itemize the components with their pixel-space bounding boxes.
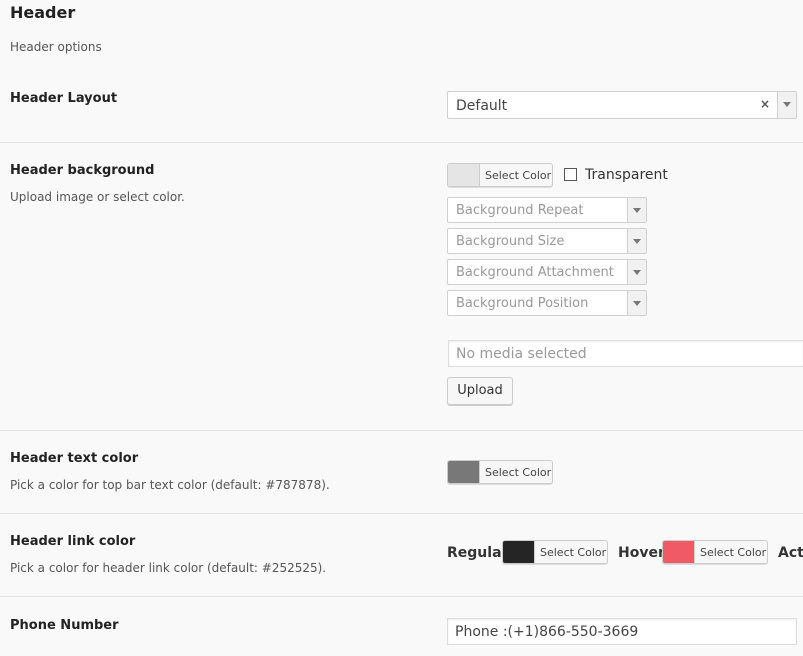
header-text-color-row: Header text color Pick a color for top b… (0, 430, 803, 514)
upload-button[interactable]: Upload (447, 377, 513, 405)
hover-color-button[interactable]: Select Color (662, 540, 768, 564)
chevron-down-icon[interactable] (627, 260, 646, 284)
header-text-color-description: Pick a color for top bar text color (def… (10, 478, 330, 492)
background-size-select[interactable]: Background Size (447, 228, 647, 254)
chevron-down-icon[interactable] (627, 229, 646, 253)
background-position-placeholder: Background Position (456, 296, 589, 311)
transparent-checkbox[interactable] (564, 168, 577, 181)
phone-number-row: Phone Number Phone :(+1)866-550-3669 (0, 596, 803, 656)
header-background-row: Header background Upload image or select… (0, 142, 803, 431)
transparent-label: Transparent (585, 167, 668, 183)
media-placeholder: No media selected (456, 346, 587, 362)
chevron-down-icon[interactable] (627, 291, 646, 315)
media-url-input[interactable]: No media selected (448, 340, 803, 367)
color-swatch (448, 461, 480, 483)
select-color-label: Select Color (700, 546, 767, 559)
phone-number-label: Phone Number (10, 618, 119, 633)
section-title: Header (10, 3, 76, 22)
header-link-color-label: Header link color (10, 534, 136, 549)
header-background-description: Upload image or select color. (10, 190, 185, 204)
header-text-color-button[interactable]: Select Color (447, 460, 553, 484)
header-background-color-button[interactable]: Select Color (447, 163, 553, 187)
color-swatch (663, 541, 695, 563)
select-color-label: Select Color (485, 466, 552, 479)
section-description: Header options (10, 40, 102, 54)
hover-label: Hover (618, 545, 665, 561)
background-repeat-placeholder: Background Repeat (456, 203, 584, 218)
select-color-label: Select Color (540, 546, 607, 559)
phone-number-input[interactable]: Phone :(+1)866-550-3669 (447, 618, 797, 645)
header-link-color-description: Pick a color for header link color (defa… (10, 561, 327, 575)
color-swatch (503, 541, 535, 563)
background-repeat-select[interactable]: Background Repeat (447, 197, 647, 223)
header-background-label: Header background (10, 163, 155, 178)
background-position-select[interactable]: Background Position (447, 290, 647, 316)
header-layout-selected-value: Default (456, 98, 508, 114)
background-size-placeholder: Background Size (456, 234, 565, 249)
regular-label: Regular (447, 545, 509, 561)
header-text-color-label: Header text color (10, 451, 139, 466)
header-layout-row: Header Layout Default × (0, 75, 803, 143)
chevron-down-icon[interactable] (777, 92, 796, 118)
header-layout-select[interactable]: Default × (447, 91, 797, 119)
background-attachment-select[interactable]: Background Attachment (447, 259, 647, 285)
phone-number-value: Phone :(+1)866-550-3669 (455, 624, 639, 640)
color-swatch (448, 164, 480, 186)
active-label: Acti (778, 545, 803, 561)
clear-icon[interactable]: × (760, 97, 770, 111)
header-layout-label: Header Layout (10, 91, 118, 106)
select-color-label: Select Color (485, 169, 552, 182)
chevron-down-icon[interactable] (627, 198, 646, 222)
regular-color-button[interactable]: Select Color (502, 540, 608, 564)
background-attachment-placeholder: Background Attachment (456, 265, 614, 280)
header-link-color-row: Header link color Pick a color for heade… (0, 513, 803, 597)
